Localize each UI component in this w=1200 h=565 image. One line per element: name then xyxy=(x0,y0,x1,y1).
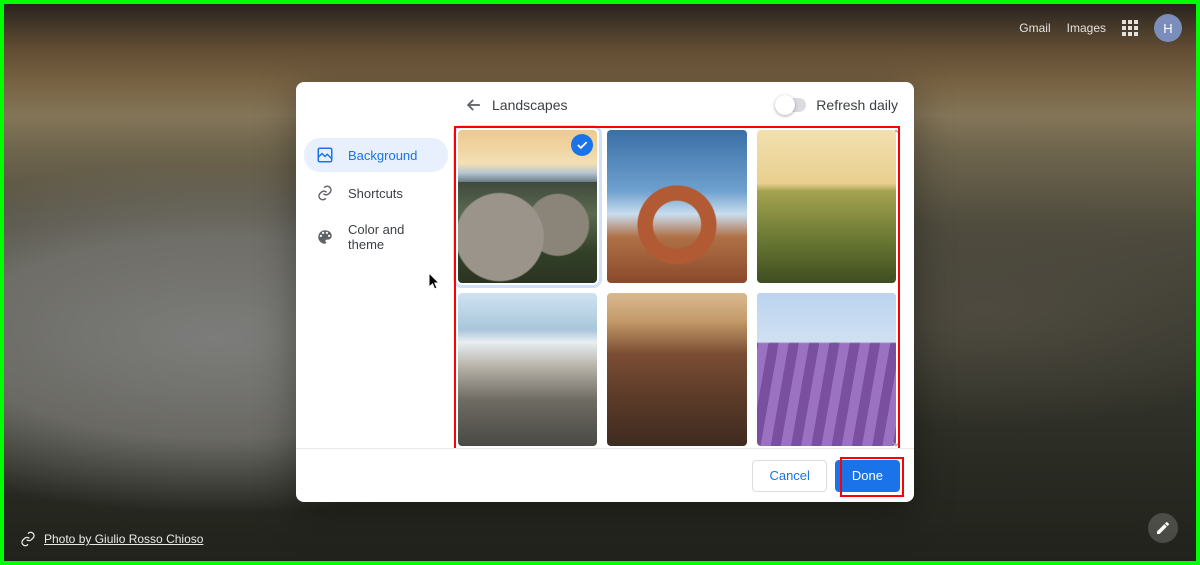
dialog-main: Landscapes Refresh daily xyxy=(456,82,914,448)
apps-grid-icon[interactable] xyxy=(1122,20,1138,36)
wallpaper-thumb[interactable] xyxy=(757,293,896,446)
wallpaper-thumb[interactable] xyxy=(607,130,746,283)
wallpaper-thumb[interactable] xyxy=(458,293,597,446)
pencil-icon xyxy=(1155,520,1171,536)
category-title: Landscapes xyxy=(492,97,568,113)
wallpaper-thumb[interactable] xyxy=(607,293,746,446)
sidebar-item-label: Shortcuts xyxy=(348,186,403,201)
link-chain-icon xyxy=(316,184,334,202)
profile-avatar[interactable]: H xyxy=(1154,14,1182,42)
cancel-button[interactable]: Cancel xyxy=(752,460,826,492)
photo-attribution[interactable]: Photo by Giulio Rosso Chioso xyxy=(20,531,203,547)
annotation-highlight-box xyxy=(840,457,904,497)
dialog-sidebar: Background Shortcuts xyxy=(296,82,456,448)
scroll-down-icon[interactable] xyxy=(892,440,900,448)
background-icon xyxy=(316,146,334,164)
images-link[interactable]: Images xyxy=(1067,21,1106,35)
sidebar-item-label: Background xyxy=(348,148,417,163)
sidebar-item-label: Color and theme xyxy=(348,222,436,252)
refresh-daily-toggle[interactable] xyxy=(776,98,806,112)
chrome-topbar: Gmail Images H xyxy=(1019,14,1182,42)
back-button[interactable] xyxy=(456,87,492,123)
sidebar-item-background[interactable]: Background xyxy=(304,138,448,172)
link-icon xyxy=(20,531,36,547)
wallpaper-thumb[interactable] xyxy=(458,130,597,283)
customize-dialog: Background Shortcuts xyxy=(296,82,914,502)
gmail-link[interactable]: Gmail xyxy=(1019,21,1050,35)
palette-icon xyxy=(316,228,334,246)
sidebar-item-color-theme[interactable]: Color and theme xyxy=(304,214,448,260)
background-gallery xyxy=(458,130,896,446)
arrow-left-icon xyxy=(464,95,484,115)
dialog-footer: Cancel Done xyxy=(296,448,914,502)
wallpaper-thumb[interactable] xyxy=(757,130,896,283)
customize-chrome-button[interactable] xyxy=(1148,513,1178,543)
selected-check-icon xyxy=(571,134,593,156)
photo-credit-text: Photo by Giulio Rosso Chioso xyxy=(44,532,203,546)
refresh-daily-label: Refresh daily xyxy=(816,97,898,113)
sidebar-item-shortcuts[interactable]: Shortcuts xyxy=(304,176,448,210)
